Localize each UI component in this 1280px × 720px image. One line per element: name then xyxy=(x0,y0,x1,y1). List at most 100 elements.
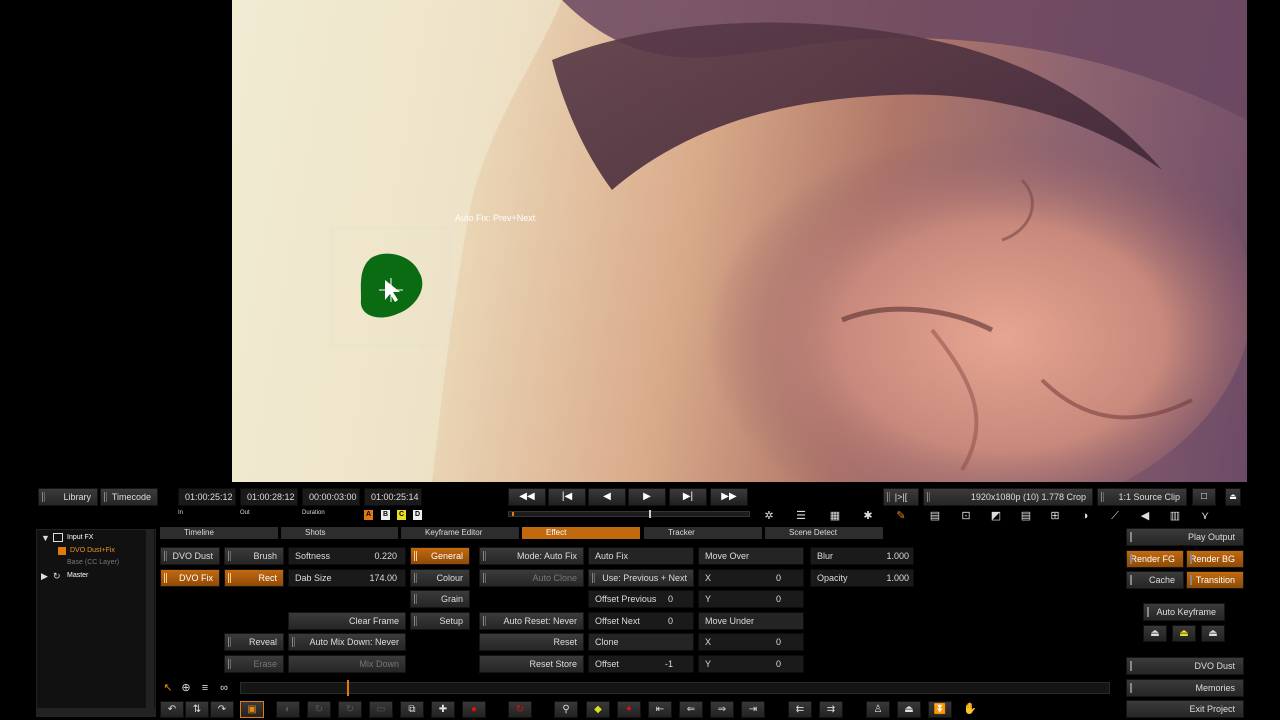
marker-icon[interactable]: ✚ xyxy=(431,701,455,718)
dab-size-field[interactable]: Dab Size 174.00 xyxy=(288,569,406,587)
dvo-dust-button[interactable]: DVO Dust xyxy=(160,547,220,565)
layer-b[interactable]: B xyxy=(381,510,390,520)
tab-timeline[interactable]: Timeline xyxy=(160,527,278,539)
tab-keyframe-editor[interactable]: Keyframe Editor xyxy=(401,527,519,539)
pointer-icon[interactable]: ↖ xyxy=(160,680,176,696)
tracks-icon[interactable]: ≡ xyxy=(197,680,213,696)
table-icon[interactable]: ▤ xyxy=(1018,508,1034,524)
mode-button[interactable]: Mode: Auto Fix xyxy=(479,547,584,565)
sort-icon[interactable]: ⇅ xyxy=(185,701,209,718)
tab-shots[interactable]: Shots xyxy=(281,527,398,539)
brush-button[interactable]: Brush xyxy=(224,547,284,565)
network-icon[interactable]: ⋎ xyxy=(1197,508,1213,524)
gear-icon[interactable]: ✲ xyxy=(761,508,777,524)
hand-icon[interactable]: ✋ xyxy=(962,701,978,717)
x-field-1[interactable]: X0 xyxy=(698,569,804,587)
rewind-button[interactable]: ◀◀ xyxy=(508,488,546,506)
star-icon[interactable]: ✱ xyxy=(860,508,876,524)
reset-button[interactable]: Reset xyxy=(479,633,584,651)
rect-button[interactable]: Rect xyxy=(224,569,284,587)
link-icon[interactable]: ∞ xyxy=(216,680,232,696)
tool4-icon[interactable]: ▭ xyxy=(369,701,393,718)
current-timecode[interactable]: 01:00:25:14 xyxy=(364,488,422,506)
keyframe-add-icon[interactable]: ⏏ xyxy=(1172,625,1196,642)
offset-field[interactable]: Offset -1 xyxy=(588,655,694,673)
keyframe-prev-icon[interactable]: ⏏ xyxy=(1143,625,1167,642)
next-key-icon[interactable]: ⇒ xyxy=(710,701,734,718)
auto-clone-button[interactable]: Auto Clone xyxy=(479,569,584,587)
prev-key-icon[interactable]: ⇐ xyxy=(679,701,703,718)
transition-button[interactable]: Transition xyxy=(1186,571,1244,589)
memories-button[interactable]: Memories xyxy=(1126,679,1244,697)
auto-mix-down-button[interactable]: Auto Mix Down: Never xyxy=(288,633,406,651)
playhead[interactable] xyxy=(347,680,349,696)
fullscreen-icon[interactable]: □ xyxy=(1192,488,1216,506)
last-key-icon[interactable]: ⇥ xyxy=(741,701,765,718)
tree-hscroll[interactable] xyxy=(36,709,156,717)
go-end-button[interactable]: ▶| xyxy=(669,488,707,506)
tree-item-dvo[interactable]: DVO Dust+Fix xyxy=(70,547,115,554)
grain-button[interactable]: Grain xyxy=(410,590,470,608)
layout-icon[interactable]: ⊞ xyxy=(1047,508,1063,524)
clip-icon[interactable]: ▣ xyxy=(240,701,264,718)
mix-down-button[interactable]: Mix Down xyxy=(288,655,406,673)
keyframe-next-icon[interactable]: ⏏ xyxy=(1201,625,1225,642)
cache-button[interactable]: Cache xyxy=(1126,571,1184,589)
play-button[interactable]: ▶ xyxy=(628,488,666,506)
layer-a[interactable]: A xyxy=(364,510,373,520)
softness-field[interactable]: Softness 0.220 xyxy=(288,547,406,565)
offset-next-field[interactable]: Offset Next 0 xyxy=(588,612,694,630)
dvo-dust-right-button[interactable]: DVO Dust xyxy=(1126,657,1244,675)
reload-icon[interactable]: ↻ xyxy=(508,701,532,718)
shuttle-bar[interactable] xyxy=(508,510,750,518)
use-prev-next-button[interactable]: Use: Previous + Next xyxy=(588,569,694,587)
tab-tracker[interactable]: Tracker xyxy=(644,527,762,539)
render-fg-button[interactable]: Render FG xyxy=(1126,550,1184,568)
video-viewer[interactable]: Auto Fix: Prev+Next xyxy=(232,0,1247,482)
upload-icon[interactable]: ⏏ xyxy=(897,701,921,718)
mini-timeline[interactable] xyxy=(240,680,1110,696)
reset-store-button[interactable]: Reset Store xyxy=(479,655,584,673)
list-icon[interactable]: ▤ xyxy=(927,508,943,524)
tool2-icon[interactable]: ↻ xyxy=(307,701,331,718)
play-output-button[interactable]: Play Output xyxy=(1126,528,1244,546)
reveal-button[interactable]: Reveal xyxy=(224,633,284,651)
in-timecode[interactable]: 01:00:25:12 xyxy=(178,488,236,506)
expand-icon[interactable]: ▼ xyxy=(41,533,50,543)
render-bg-button[interactable]: Render BG xyxy=(1186,550,1244,568)
format-button[interactable]: 1920x1080p (10) 1.778 Crop xyxy=(923,488,1093,506)
export-icon[interactable]: ⧉ xyxy=(400,701,424,718)
split-icon[interactable]: ▦ xyxy=(827,508,843,524)
source-clip-button[interactable]: 1:1 Source Clip xyxy=(1097,488,1187,506)
redo-icon[interactable]: ↷ xyxy=(210,701,234,718)
tool1-icon[interactable]: ◐ xyxy=(276,701,300,718)
collapse-icon[interactable]: ▶ xyxy=(41,571,48,582)
tree-item-base[interactable]: Base (CC Layer) xyxy=(67,559,119,566)
list-next-icon[interactable]: ⇉ xyxy=(819,701,843,718)
opacity-field[interactable]: Opacity 1.000 xyxy=(810,569,914,587)
clear-frame-button[interactable]: Clear Frame xyxy=(288,612,406,630)
layer-c[interactable]: C xyxy=(397,510,406,520)
graph-icon[interactable]: ⟋ xyxy=(1107,508,1123,524)
delete-key-icon[interactable]: ✦ xyxy=(617,701,641,718)
dvo-fix-button[interactable]: DVO Fix xyxy=(160,569,220,587)
tree-item-master[interactable]: Master xyxy=(67,572,88,579)
zoom-icon[interactable]: ⊡ xyxy=(958,508,974,524)
audio-icon[interactable]: ◀ xyxy=(1137,508,1153,524)
zoom-timeline-icon[interactable]: ⊕ xyxy=(178,680,194,696)
download-icon[interactable]: ⏬ xyxy=(928,701,952,718)
record-icon[interactable]: ● xyxy=(462,701,486,718)
auto-reset-button[interactable]: Auto Reset: Never xyxy=(479,612,584,630)
tree-item-input-fx[interactable]: Input FX xyxy=(67,534,93,541)
keyframe-icon[interactable]: ◆ xyxy=(586,701,610,718)
setup-button[interactable]: Setup xyxy=(410,612,470,630)
fast-forward-button[interactable]: ▶▶ xyxy=(710,488,748,506)
circle-icon[interactable]: ◑ xyxy=(1077,508,1093,524)
wrench-icon[interactable]: ✎ xyxy=(893,508,909,524)
tab-scene-detect[interactable]: Scene Detect xyxy=(765,527,883,539)
list-prev-icon[interactable]: ⇇ xyxy=(788,701,812,718)
tab-effect[interactable]: Effect xyxy=(522,527,640,539)
layer-d[interactable]: D xyxy=(413,510,422,520)
x-field-2[interactable]: X0 xyxy=(698,633,804,651)
general-button[interactable]: General xyxy=(410,547,470,565)
